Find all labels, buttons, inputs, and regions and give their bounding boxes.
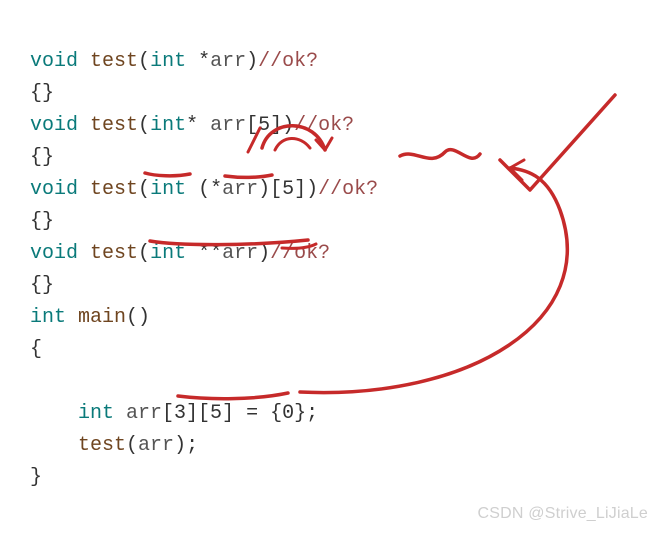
watermark: CSDN @Strive_LiJiaLe [477,505,648,523]
keyword-void: void [30,114,78,137]
ident-arr: arr [210,50,246,73]
pointer: * [186,50,210,73]
code-line-14: } [30,466,42,489]
keyword-int: int [150,242,186,265]
code-line-6: {} [30,210,54,233]
func-test: test [90,114,138,137]
comment: //ok? [318,178,378,201]
keyword-void: void [30,178,78,201]
func-test-call: test [78,434,126,457]
ident-arr: arr [222,178,258,201]
double-pointer: ** [186,242,222,265]
code-line-8: {} [30,274,54,297]
code-block: void test(int *arr)//ok? {} void test(in… [0,0,662,494]
keyword-int: int [150,50,186,73]
keyword-int: int [30,306,66,329]
func-test: test [90,242,138,265]
keyword-void: void [30,242,78,265]
array-size: [5] [270,178,306,201]
keyword-void: void [30,50,78,73]
comment: //ok? [294,114,354,137]
code-line-13: test(arr); [30,434,198,457]
ident-arr: arr [138,434,174,457]
array-size: [5] [246,114,282,137]
ident-arr: arr [114,402,162,425]
func-test: test [90,178,138,201]
code-line-12: int arr[3][5] = {0}; [30,402,318,425]
code-line-1: void test(int *arr)//ok? [30,50,318,73]
keyword-int: int [78,402,114,425]
code-line-7: void test(int **arr)//ok? [30,242,330,265]
func-main: main [78,306,126,329]
code-line-4: {} [30,146,54,169]
func-test: test [90,50,138,73]
paren-open: ( [138,50,150,73]
code-line-10: { [30,338,42,361]
ident-arr: arr [210,114,246,137]
keyword-int: int [150,178,186,201]
array-dims: [3][5] [162,402,234,425]
ident-arr: arr [222,242,258,265]
comment: //ok? [258,50,318,73]
code-line-3: void test(int* arr[5])//ok? [30,114,354,137]
comment: //ok? [270,242,330,265]
code-line-9: int main() [30,306,150,329]
paren-close: ) [246,50,258,73]
pointer: * [186,114,210,137]
code-line-2: {} [30,82,54,105]
code-line-5: void test(int (*arr)[5])//ok? [30,178,378,201]
keyword-int: int [150,114,186,137]
